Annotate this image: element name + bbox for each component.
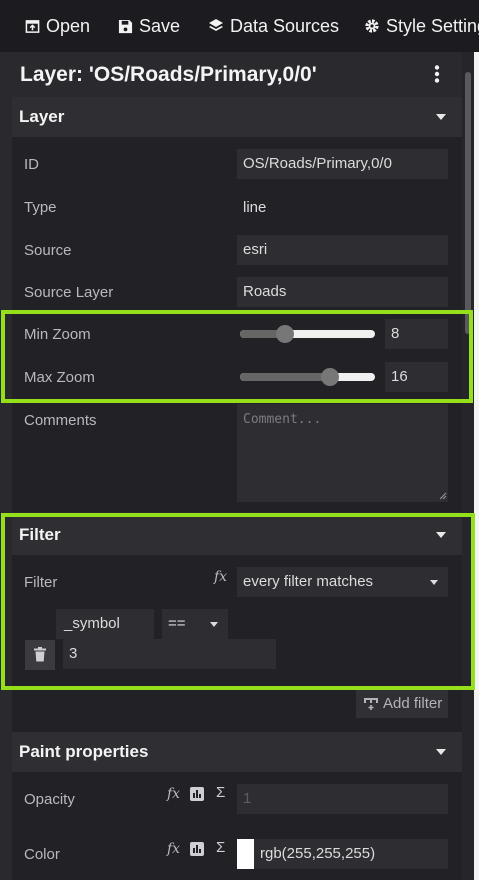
- paint-section-title: Paint properties: [19, 742, 149, 761]
- open-button[interactable]: Open: [25, 0, 90, 52]
- color-input[interactable]: rgb(255,255,255): [237, 839, 448, 869]
- comments-label: Comments: [24, 412, 97, 429]
- layer-title: Layer: 'OS/Roads/Primary,0/0': [20, 63, 317, 86]
- add-filter-icon: [364, 698, 378, 710]
- layer-section-header[interactable]: Layer: [12, 97, 462, 137]
- data-bar-chart-icon[interactable]: [190, 787, 204, 801]
- color-swatch[interactable]: [237, 839, 254, 869]
- sigma-icon[interactable]: Σ: [216, 784, 225, 801]
- open-file-icon: [25, 19, 40, 33]
- style-settings-label: Style Settings: [386, 15, 479, 36]
- type-label: Type: [24, 199, 57, 216]
- filter-highlight-box: [1, 513, 475, 690]
- add-filter-label: Add filter: [383, 695, 443, 712]
- save-disk-icon: [118, 19, 133, 33]
- save-label: Save: [139, 15, 181, 36]
- sigma-icon[interactable]: Σ: [216, 839, 225, 856]
- id-input[interactable]: OS/Roads/Primary,0/0: [237, 149, 448, 179]
- toolbar: Open Save Data Sources Style Settings: [0, 0, 479, 52]
- panel-scrollbar-thumb[interactable]: [465, 72, 471, 334]
- id-label: ID: [24, 156, 39, 173]
- zoom-highlight-box: [1, 310, 473, 403]
- opacity-input[interactable]: 1: [237, 784, 448, 814]
- save-button[interactable]: Save: [118, 0, 180, 52]
- function-icon[interactable]: fx: [167, 786, 180, 802]
- color-label: Color: [24, 846, 60, 863]
- data-sources-button[interactable]: Data Sources: [208, 0, 339, 52]
- type-value: line: [243, 199, 267, 216]
- more-options-icon[interactable]: [434, 65, 440, 83]
- paint-section-header[interactable]: Paint properties: [12, 732, 462, 772]
- source-layer-label: Source Layer: [24, 284, 114, 301]
- data-bar-chart-icon[interactable]: [190, 842, 204, 856]
- collapse-caret-icon: [436, 114, 446, 120]
- data-sources-label: Data Sources: [230, 15, 340, 36]
- layer-editor-header: Layer: 'OS/Roads/Primary,0/0': [12, 52, 462, 96]
- style-settings-button[interactable]: Style Settings: [364, 0, 479, 52]
- comments-textarea[interactable]: Comment...: [237, 404, 448, 502]
- open-label: Open: [46, 15, 91, 36]
- map-canvas-edge[interactable]: [474, 52, 479, 880]
- add-filter-button[interactable]: Add filter: [356, 690, 448, 718]
- color-value: rgb(255,255,255): [260, 845, 376, 862]
- layers-icon: [209, 19, 223, 31]
- collapse-caret-icon: [436, 749, 446, 755]
- resize-grip-icon[interactable]: [439, 492, 447, 500]
- opacity-label: Opacity: [24, 791, 75, 808]
- gear-icon: [365, 19, 379, 33]
- function-icon[interactable]: fx: [167, 841, 180, 857]
- source-input[interactable]: esri: [237, 235, 448, 265]
- layer-section-title: Layer: [19, 107, 65, 126]
- source-layer-input[interactable]: Roads: [237, 277, 448, 307]
- source-label: Source: [24, 242, 72, 259]
